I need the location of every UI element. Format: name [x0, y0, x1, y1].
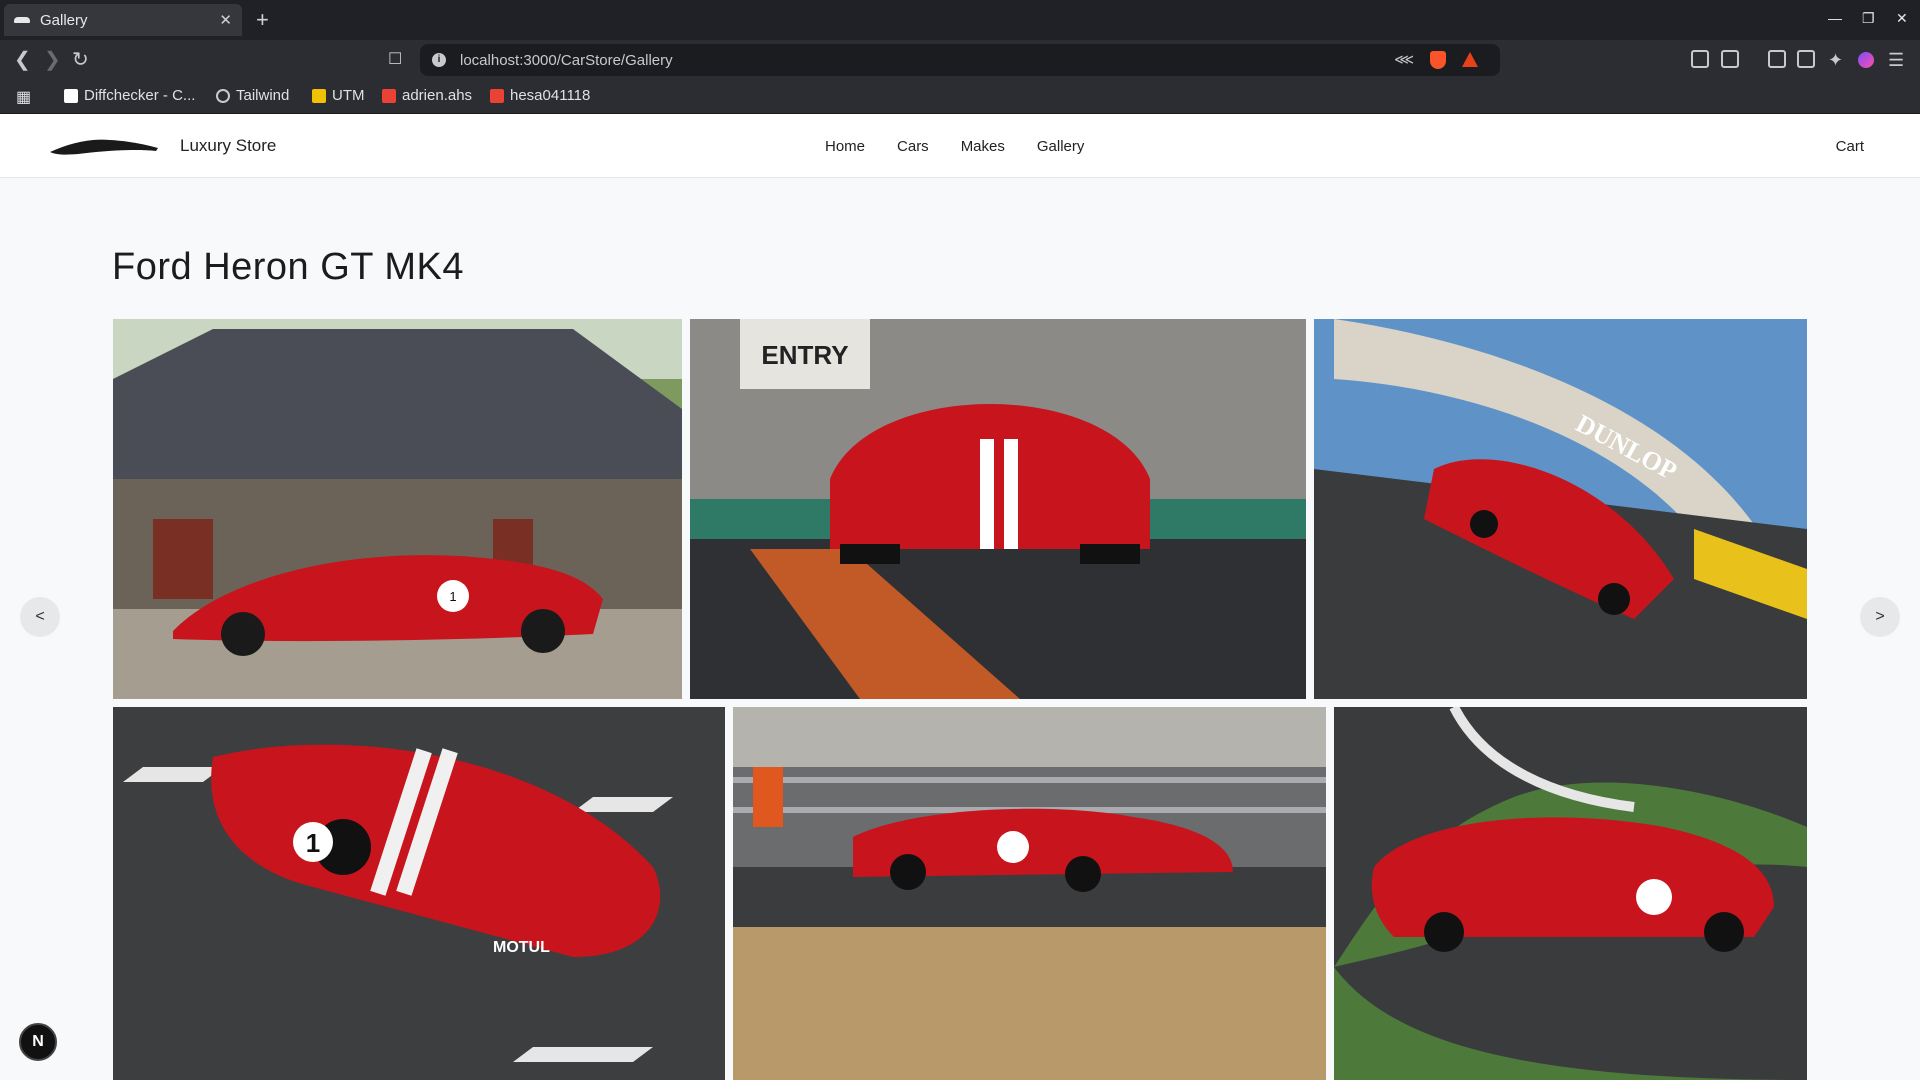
diffchecker-icon	[64, 88, 78, 103]
minimize-icon[interactable]: —	[1828, 10, 1842, 26]
page-title: Ford Heron GT MK4	[112, 246, 465, 288]
bookmark-label: Tailwind	[236, 87, 290, 104]
bookmark-label: Diffchecker - C...	[84, 87, 196, 104]
forward-icon[interactable]: ❯	[44, 48, 61, 72]
extensions-icon[interactable]	[1691, 50, 1709, 68]
share-icon[interactable]: ⋘	[1394, 51, 1414, 68]
nav-home[interactable]: Home	[825, 138, 865, 155]
back-icon[interactable]: ❮	[14, 48, 31, 72]
brand-name[interactable]: Luxury Store	[180, 136, 276, 156]
gallery-photo-dunlop-bridge[interactable]: DUNLOP	[1314, 319, 1807, 699]
bookmark-icon[interactable]: ☐	[388, 48, 402, 72]
bookmark-tailwind[interactable]: Tailwind	[216, 87, 289, 104]
nav-makes[interactable]: Makes	[961, 138, 1005, 155]
site-navbar: Luxury Store Home Cars Makes Gallery Car…	[0, 114, 1920, 178]
utm-icon	[312, 88, 326, 103]
nav-cars[interactable]: Cars	[897, 138, 929, 155]
bookmark-diffchecker[interactable]: Diffchecker - C...	[64, 87, 195, 104]
bookmark-label: hesa041118	[510, 87, 591, 104]
wallet-icon[interactable]	[1797, 50, 1815, 68]
pit-entry-sign: ENTRY	[761, 340, 848, 370]
gallery-photo-barrier[interactable]	[733, 707, 1326, 1080]
url-text[interactable]: localhost:3000/CarStore/Gallery	[460, 52, 673, 69]
sidebar-icon[interactable]	[1768, 50, 1786, 68]
gmail-icon	[490, 88, 504, 103]
gallery-photo-track-closeup[interactable]: 1 MOTUL	[113, 707, 725, 1080]
menu-icon[interactable]: ☰	[1888, 50, 1904, 71]
bookmark-label: adrien.ahs	[402, 87, 473, 104]
bookmark-utm[interactable]: UTM	[312, 87, 365, 104]
car-silhouette-logo-icon[interactable]	[48, 134, 160, 163]
car-number-badge: 1	[306, 828, 320, 858]
reload-icon[interactable]: ↻	[72, 48, 89, 72]
restore-icon[interactable]: ❐	[1862, 10, 1875, 27]
bookmark-gmail-adrien[interactable]: adrien.ahs	[382, 87, 472, 104]
brave-shield-icon[interactable]	[1430, 51, 1446, 69]
new-tab-button[interactable]: +	[256, 6, 269, 34]
main-menu: Home Cars Makes Gallery	[825, 138, 1084, 155]
gallery-photo-corner[interactable]	[1334, 707, 1807, 1080]
bookmark-label: UTM	[332, 87, 365, 104]
car-favicon-icon	[14, 17, 30, 23]
profile-icon[interactable]	[1858, 52, 1874, 68]
close-window-icon[interactable]: ✕	[1896, 10, 1908, 27]
leo-ai-icon[interactable]: ✦	[1828, 50, 1843, 71]
gallery-photo-stone-building[interactable]: 1	[113, 319, 682, 699]
apps-grid-icon[interactable]: ▦	[16, 87, 31, 107]
next-arrow-button[interactable]: >	[1860, 597, 1900, 637]
prev-arrow-button[interactable]: <	[20, 597, 60, 637]
cart-link[interactable]: Cart	[1836, 138, 1864, 155]
bookmark-gmail-hesa[interactable]: hesa041118	[490, 87, 590, 104]
screenshot-icon[interactable]	[1721, 50, 1739, 68]
site-info-icon[interactable]: i	[432, 53, 446, 67]
tab-title: Gallery	[40, 11, 88, 29]
browser-tab-bar: Gallery ✕ + — ❐ ✕	[0, 0, 1920, 40]
nextjs-dev-badge[interactable]: N	[19, 1023, 57, 1061]
bookmarks-bar: ▦ Diffchecker - C... Tailwind UTM adrien…	[0, 80, 1920, 114]
browser-tab[interactable]: Gallery ✕	[4, 4, 242, 36]
nav-gallery[interactable]: Gallery	[1037, 138, 1085, 155]
address-bar[interactable]: i localhost:3000/CarStore/Gallery ⋘	[420, 44, 1500, 76]
gmail-icon	[382, 88, 396, 103]
browser-toolbar: ❮ ❯ ↻ ☐ i localhost:3000/CarStore/Galler…	[0, 40, 1920, 80]
search-icon	[216, 88, 230, 103]
tab-close-icon[interactable]: ✕	[219, 11, 232, 29]
sponsor-text: MOTUL	[493, 939, 550, 956]
car-number-text: 1	[449, 589, 456, 604]
gallery-photo-pit-entry[interactable]: ENTRY	[690, 319, 1306, 699]
brave-rewards-icon[interactable]	[1462, 52, 1478, 67]
